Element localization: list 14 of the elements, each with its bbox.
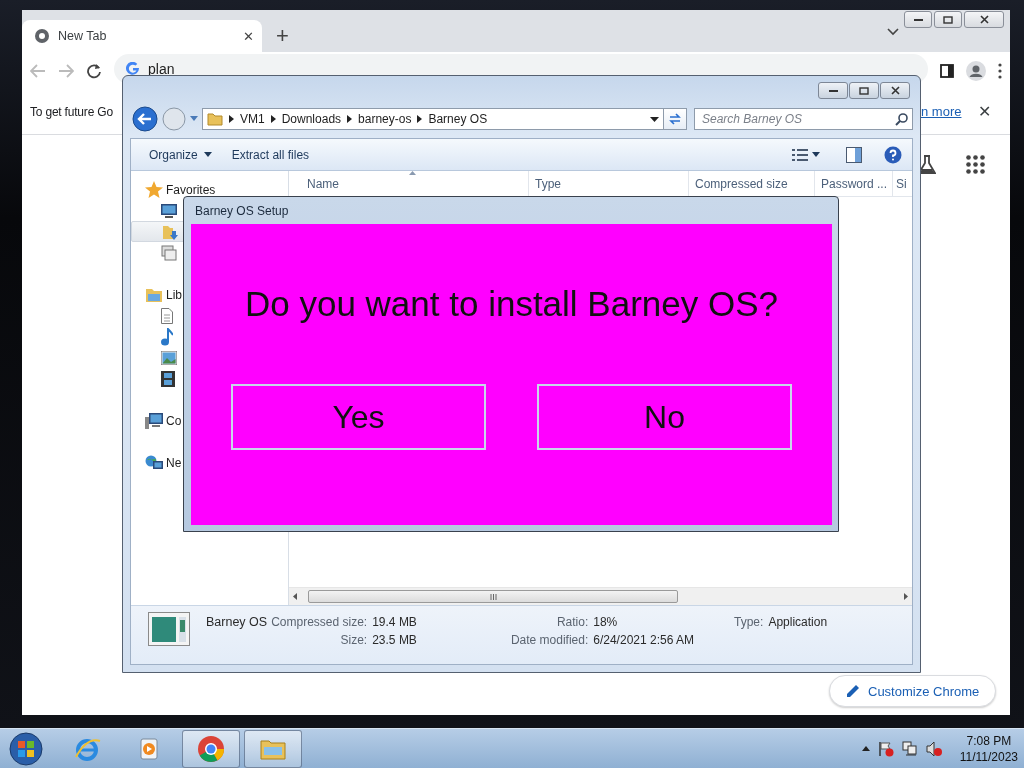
detail-label: Date modified: <box>510 633 589 647</box>
detail-label: Size: <box>339 633 368 647</box>
install-question: Do you want to install Barney OS? <box>244 284 779 324</box>
detail-value: 23.5 MB <box>372 633 417 647</box>
file-name: Barney OS <box>206 615 268 629</box>
detail-label: Type: <box>734 615 764 629</box>
detail-value: 19.4 MB <box>372 615 417 629</box>
detail-value: 6/24/2021 2:56 AM <box>593 633 694 647</box>
info-bar-text: To get future Go <box>30 105 113 119</box>
detail-label: Ratio: <box>555 615 589 629</box>
detail-label: Compressed size: <box>271 615 368 629</box>
detail-value: Application <box>768 615 828 629</box>
dialog-title: Barney OS Setup <box>194 202 290 220</box>
detail-value: 18% <box>593 615 619 629</box>
